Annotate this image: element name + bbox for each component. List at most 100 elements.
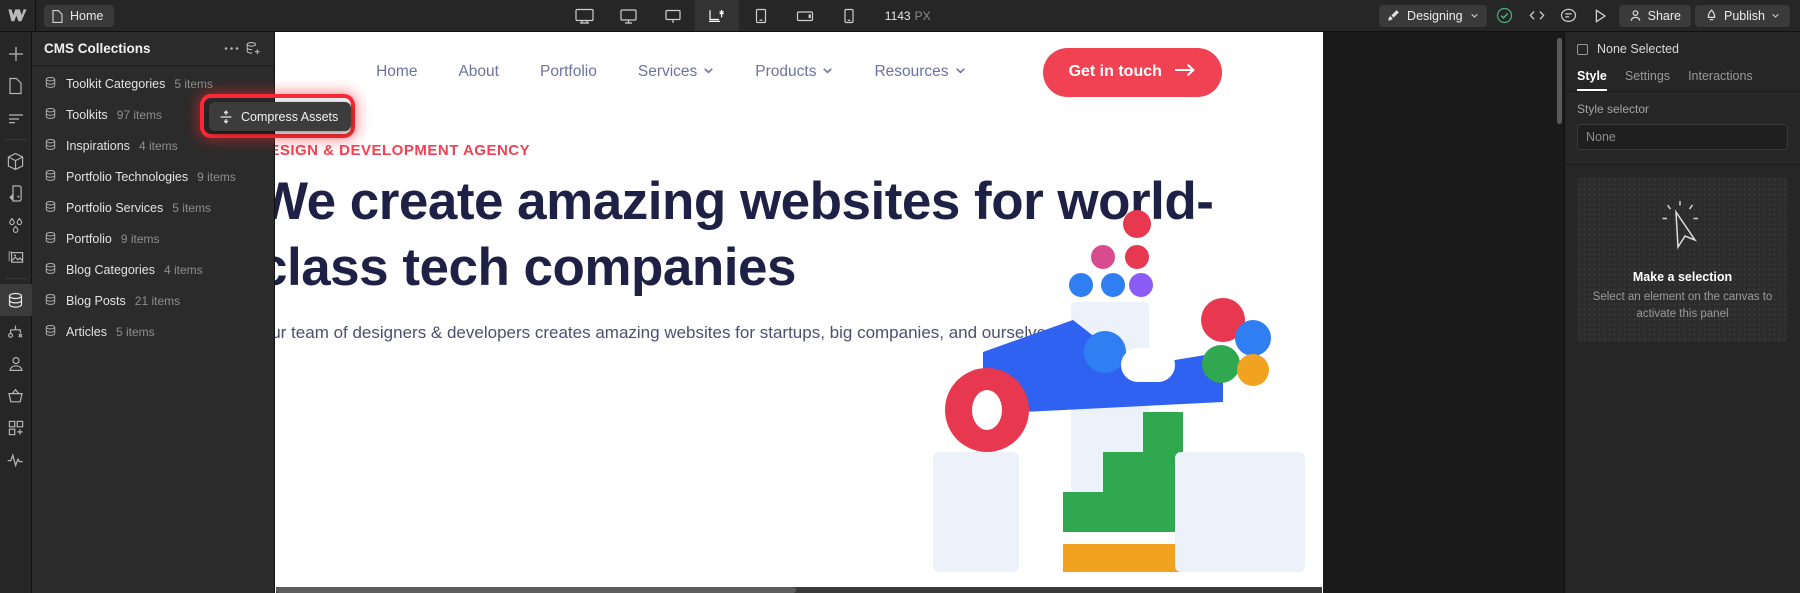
cms-collection-row[interactable]: Portfolio Services 5 items xyxy=(32,192,274,223)
nav-link-label: Portfolio xyxy=(539,63,597,80)
style-selector-section: Style selector None xyxy=(1565,92,1800,165)
cms-collection-count: 9 items xyxy=(120,231,160,246)
breakpoint-switcher: 1143 PX xyxy=(114,0,1379,31)
rail-divider xyxy=(4,278,27,279)
chevron-down-icon xyxy=(822,63,833,81)
database-icon xyxy=(44,293,57,309)
cms-collection-count: 4 items xyxy=(163,262,203,277)
rail-item-logic[interactable] xyxy=(0,316,32,348)
cms-collection-name: Portfolio Services xyxy=(66,200,164,215)
rail-item-style-manager[interactable] xyxy=(0,177,32,209)
cms-collection-count: 97 items xyxy=(116,107,163,122)
check-circle-icon xyxy=(1497,7,1513,24)
cms-collection-row[interactable]: Blog Posts 21 items xyxy=(32,285,274,316)
ellipsis-icon[interactable] xyxy=(220,38,242,60)
cms-collection-count: 5 items xyxy=(172,200,211,215)
chevron-down-icon xyxy=(1772,13,1779,18)
canvas-horizontal-scrollbar[interactable] xyxy=(276,587,1322,593)
audit-check-button[interactable] xyxy=(1491,4,1519,28)
cms-collection-row[interactable]: Blog Categories 4 items xyxy=(32,254,274,285)
rail-divider xyxy=(4,139,27,140)
chevron-down-icon xyxy=(1470,13,1478,18)
canvas-vertical-scrollbar[interactable] xyxy=(1557,38,1562,124)
style-panel: None Selected Style Settings Interaction… xyxy=(1564,32,1800,593)
database-icon xyxy=(44,107,57,123)
comments-button[interactable] xyxy=(1555,4,1583,28)
rail-item-pages[interactable] xyxy=(0,70,32,102)
cta-label: Get in touch xyxy=(1068,63,1162,80)
tab-style[interactable]: Style xyxy=(1577,66,1607,91)
chevron-down-icon xyxy=(955,63,966,81)
cms-collection-name: Blog Categories xyxy=(66,262,155,277)
selection-indicator: None Selected xyxy=(1565,32,1800,66)
cms-collection-name: Inspirations xyxy=(66,138,130,153)
brush-icon xyxy=(1388,10,1399,21)
top-toolbar-actions: Designing Share Publish xyxy=(1379,0,1800,31)
play-icon xyxy=(1595,8,1607,23)
code-icon xyxy=(1529,11,1545,20)
add-collection-icon[interactable] xyxy=(242,38,264,60)
cms-collection-name: Articles xyxy=(66,324,107,339)
page-tab-label: Home xyxy=(70,9,104,23)
breakpoint-tablet[interactable] xyxy=(739,0,783,31)
empty-state-subtitle: Select an element on the canvas to activ… xyxy=(1592,291,1773,320)
empty-state-card: Make a selection Select an element on th… xyxy=(1577,177,1788,343)
breakpoint-base[interactable] xyxy=(694,0,739,31)
rail-item-apps[interactable] xyxy=(0,412,32,444)
cms-collection-count: 5 items xyxy=(174,76,214,91)
rail-item-variables[interactable] xyxy=(0,209,32,241)
site-navbar: Home About Portfolio Services Products Resour… xyxy=(275,32,1323,112)
cms-collection-name: Portfolio Technologies xyxy=(66,169,189,184)
custom-code-button[interactable] xyxy=(1523,4,1551,28)
selection-label: None Selected xyxy=(1597,42,1680,56)
rail-item-add-elements[interactable] xyxy=(0,38,32,70)
breakpoint-desktop-large[interactable] xyxy=(607,0,651,31)
rail-item-components[interactable] xyxy=(0,145,32,177)
share-button[interactable]: Share xyxy=(1618,4,1691,27)
cms-collection-row[interactable]: Portfolio 9 items xyxy=(32,223,274,254)
style-selector-input[interactable]: None xyxy=(1577,124,1788,150)
webflow-logo-icon[interactable] xyxy=(0,0,36,31)
mode-label: Designing xyxy=(1407,8,1463,23)
database-icon xyxy=(44,138,57,154)
cms-collection-row[interactable]: Portfolio Technologies 9 items xyxy=(32,161,274,192)
get-in-touch-button[interactable]: Get in touch xyxy=(1042,47,1222,97)
user-icon xyxy=(8,356,23,371)
rail-item-cms-collections[interactable] xyxy=(0,284,32,316)
rail-item-ecommerce[interactable] xyxy=(0,380,32,412)
left-icon-rail xyxy=(0,32,32,593)
tab-interactions[interactable]: Interactions xyxy=(1688,66,1753,91)
viewport-width-label: 1143 PX xyxy=(885,0,931,31)
rail-item-users[interactable] xyxy=(0,348,32,380)
breakpoint-mobile-portrait[interactable] xyxy=(827,0,871,31)
tab-settings[interactable]: Settings xyxy=(1625,66,1670,91)
apps-grid-icon xyxy=(8,420,23,436)
pulse-icon xyxy=(7,453,23,468)
database-icon xyxy=(44,324,57,340)
breakpoint-desktop[interactable] xyxy=(651,0,695,31)
nav-link-products[interactable]: Products xyxy=(755,63,833,81)
preview-button[interactable] xyxy=(1587,4,1615,28)
compress-assets-tooltip[interactable]: Compress Assets xyxy=(209,102,352,131)
nav-link-services[interactable]: Services xyxy=(638,63,714,81)
cms-collection-row[interactable]: Articles 5 items xyxy=(32,316,274,347)
database-icon xyxy=(44,169,57,185)
rail-item-navigator[interactable] xyxy=(0,102,32,134)
rail-item-assets[interactable] xyxy=(0,241,32,273)
breakpoint-desktop-xl[interactable] xyxy=(563,0,607,31)
nav-link-resources[interactable]: Resources xyxy=(874,63,965,81)
breakpoint-mobile-landscape[interactable] xyxy=(783,0,827,31)
designer-body: CMS Collections Toolkit Categories 5 item… xyxy=(0,32,1800,593)
nav-link-portfolio[interactable]: Portfolio xyxy=(540,63,597,81)
cms-collection-count: 4 items xyxy=(138,138,178,153)
database-icon xyxy=(44,200,57,216)
mode-selector[interactable]: Designing xyxy=(1379,4,1487,27)
cms-panel-title: CMS Collections xyxy=(44,41,151,56)
nav-link-home[interactable]: Home xyxy=(376,63,417,81)
nav-link-about[interactable]: About xyxy=(458,63,499,81)
publish-button[interactable]: Publish xyxy=(1695,4,1790,27)
style-panel-tabs: Style Settings Interactions xyxy=(1565,66,1800,92)
rail-item-audit[interactable] xyxy=(0,444,32,476)
page-tab-home[interactable]: Home xyxy=(44,5,115,27)
site-canvas[interactable]: Home About Portfolio Services Products Resour… xyxy=(275,32,1323,593)
